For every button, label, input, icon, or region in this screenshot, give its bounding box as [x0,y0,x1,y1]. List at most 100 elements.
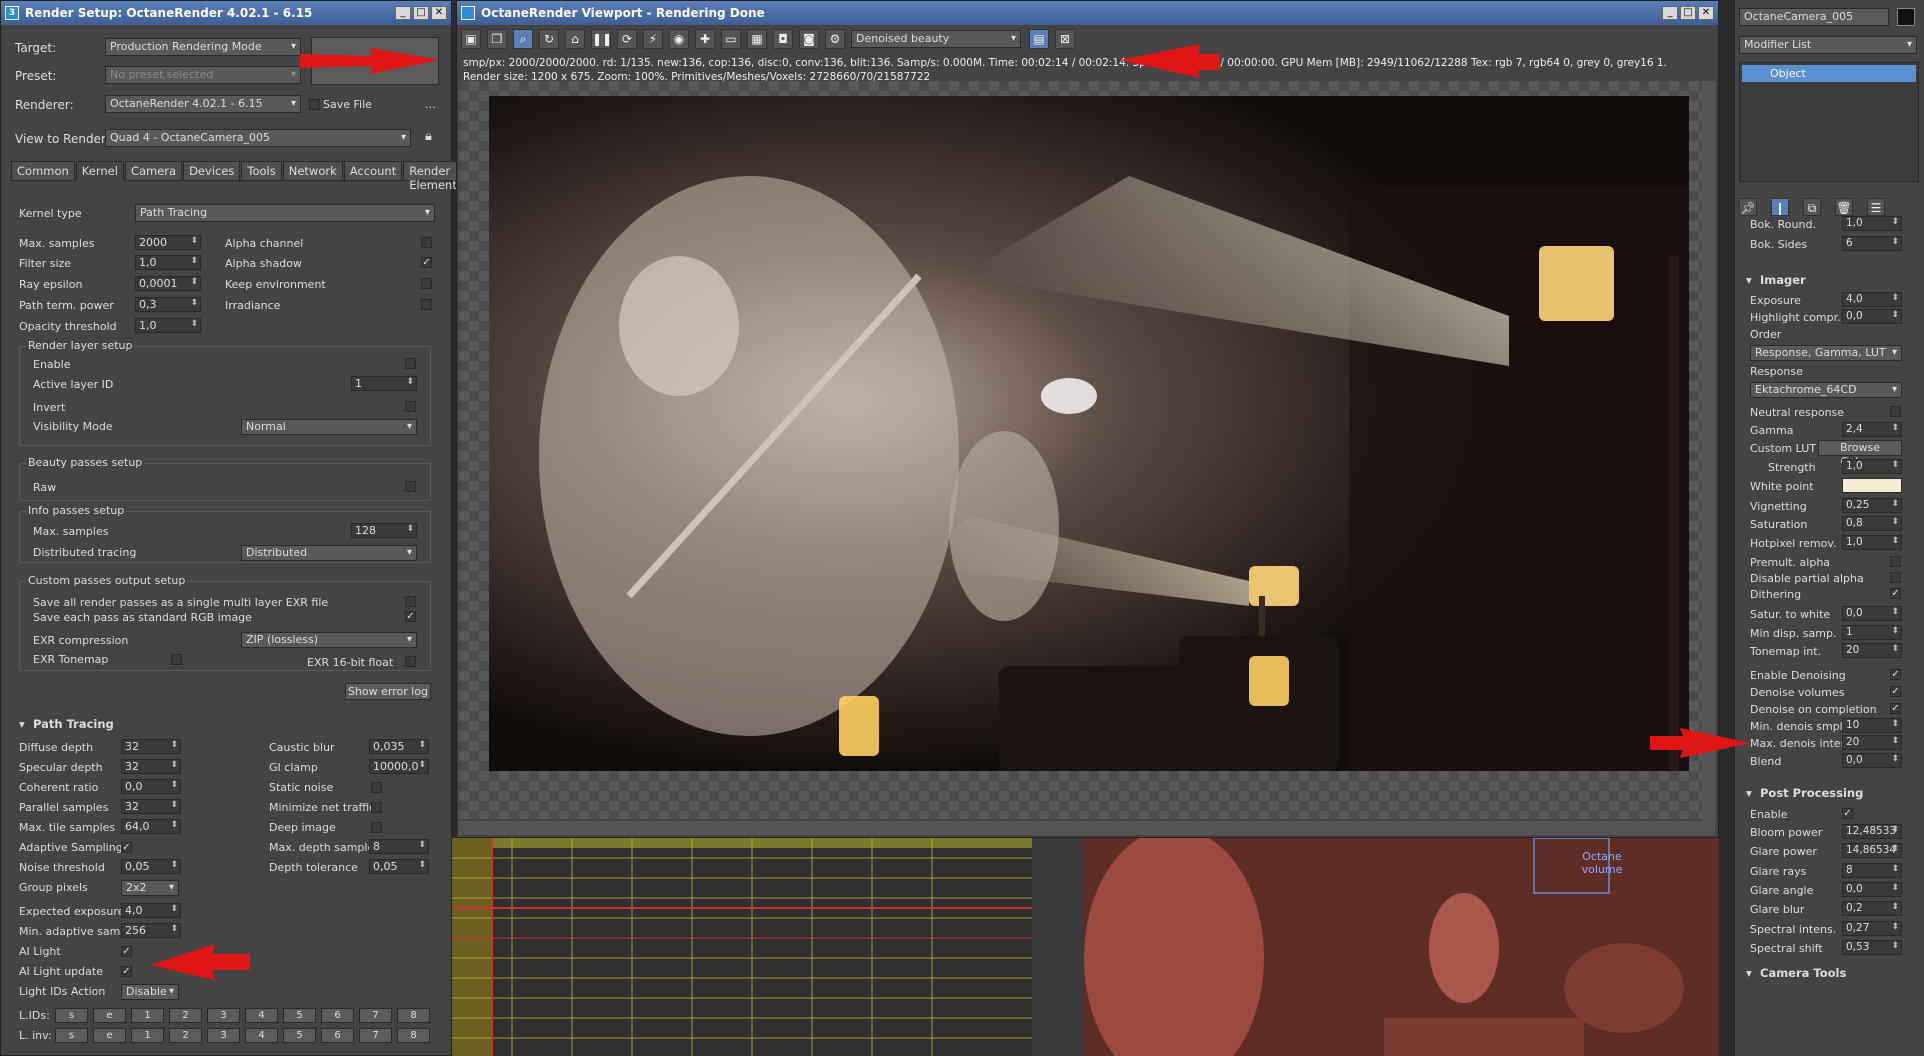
min-denois-smpl-spinner[interactable]: 10 [1842,718,1902,733]
gi-clamp-spinner[interactable]: 10000,0 [369,759,429,774]
exr-16bit-checkbox[interactable] [405,656,416,667]
reload-icon[interactable]: ⟳ [617,29,637,49]
coherent-ratio-spinner[interactable]: 0,0 [121,779,181,794]
object-name-field[interactable]: OctaneCamera_005 [1739,8,1889,26]
enable-denoising-checkbox[interactable]: ✓ [1890,669,1901,680]
wireframe-viewport[interactable] [452,838,1084,1056]
hotpixel-spinner[interactable]: 1,0 [1842,535,1902,550]
min-adaptive-samples-spinner[interactable]: 256 [121,923,181,938]
vignetting-spinner[interactable]: 0,25 [1842,498,1902,513]
noise-threshold-spinner[interactable]: 0,05 [121,859,181,874]
viewport-vertical-scrollbar[interactable] [1702,81,1716,821]
camera-tools-title[interactable]: Camera Tools [1760,966,1846,980]
static-noise-checkbox[interactable] [371,782,382,793]
exposure-spinner[interactable]: 4,0 [1842,292,1902,307]
max-samples-spinner[interactable]: 2000 [135,235,201,250]
tab-devices[interactable]: Devices [183,161,241,181]
light-id-button[interactable]: 3 [207,1008,240,1023]
save-file-checkbox[interactable] [309,99,320,110]
color-picker-icon[interactable]: ◉ [669,29,689,49]
light-inv-button[interactable]: 3 [207,1028,240,1043]
zoom-icon[interactable]: ⌕ [513,29,533,49]
grid-view-icon[interactable]: ▤ [1029,29,1049,49]
close-button[interactable]: ✕ [431,6,447,20]
camera-tools-rollout-icon[interactable]: ▾ [1746,966,1752,980]
light-id-button[interactable]: 1 [131,1008,164,1023]
viewport-minimize-button[interactable]: _ [1662,6,1678,20]
glare-power-spinner[interactable]: 14,86534 [1842,843,1902,858]
light-inv-button[interactable]: 2 [169,1028,202,1043]
stack-item-object[interactable]: Object [1742,65,1916,82]
exr-compression-dropdown[interactable]: ZIP (lossless) [241,632,417,648]
max-tile-samples-spinner[interactable]: 64,0 [121,819,181,834]
copy-image-icon[interactable]: ❐ [487,29,507,49]
neutral-response-checkbox[interactable] [1890,406,1901,417]
lock-icon[interactable]: 🔒︎ [425,129,432,144]
light-inv-button[interactable]: 1 [131,1028,164,1043]
save-image-icon[interactable]: ▣ [461,29,481,49]
light-inv-button[interactable]: 6 [321,1028,354,1043]
show-end-result-icon[interactable]: ❙ [1771,198,1789,216]
modifier-list-dropdown[interactable]: Modifier List [1739,36,1917,54]
save-multi-layer-checkbox[interactable] [405,596,416,607]
target-dropdown[interactable]: Production Rendering Mode [105,38,301,56]
light-id-button[interactable]: 7 [359,1008,392,1023]
viewport-maximize-button[interactable]: □ [1680,6,1696,20]
light-id-button[interactable]: 4 [245,1008,278,1023]
lut-strength-spinner[interactable]: 1,0 [1842,459,1902,474]
visibility-mode-dropdown[interactable]: Normal [241,419,417,435]
configure-modifier-icon[interactable]: ☰ [1867,198,1885,216]
opacity-threshold-spinner[interactable]: 1,0 [135,318,201,333]
browse-cube-button[interactable]: Browse Cube... [1818,440,1902,468]
path-term-spinner[interactable]: 0,3 [135,297,201,312]
order-dropdown[interactable]: Response, Gamma, LUT [1750,345,1902,361]
viewport-titlebar[interactable]: OctaneRender Viewport - Rendering Done _… [457,1,1718,25]
region-render-icon[interactable]: ▭ [721,29,741,49]
kernel-type-dropdown[interactable]: Path Tracing [135,204,435,222]
object-color-swatch[interactable] [1897,8,1915,26]
ray-epsilon-spinner[interactable]: 0,0001 [135,276,201,291]
light-id-button[interactable]: s [55,1008,88,1023]
specular-depth-spinner[interactable]: 32 [121,759,181,774]
min-disp-samp-spinner[interactable]: 1 [1842,625,1902,640]
light-id-button[interactable]: 8 [397,1008,430,1023]
tab-camera[interactable]: Camera [124,161,183,181]
active-layer-spinner[interactable]: 1 [351,376,417,391]
highlight-compr-spinner[interactable]: 0,0 [1842,309,1902,324]
settings-gear-icon[interactable]: ⚙ [825,29,845,49]
material-picker-icon[interactable]: ✚ [695,29,715,49]
render-layer-enable-checkbox[interactable] [405,358,416,369]
exr-tonemap-checkbox[interactable] [171,654,182,665]
renderer-dropdown[interactable]: OctaneRender 4.02.1 - 6.15 [105,95,301,113]
render-setup-titlebar[interactable]: 3 Render Setup: OctaneRender 4.02.1 - 6.… [1,1,451,25]
irradiance-checkbox[interactable] [421,299,432,310]
minimize-button[interactable]: _ [395,6,411,20]
fit-view-icon[interactable]: ⊠ [1055,29,1075,49]
bok-sides-spinner[interactable]: 6 [1842,236,1902,251]
light-id-button[interactable]: 5 [283,1008,316,1023]
viewport-close-button[interactable]: ✕ [1698,6,1714,20]
glare-blur-spinner[interactable]: 0,2 [1842,901,1902,916]
render-canvas[interactable] [459,81,1715,819]
max-depth-samples-spinner[interactable]: 8 [369,839,429,854]
viewport-horizontal-scrollbar[interactable] [459,821,1715,835]
maximize-button[interactable]: □ [413,6,429,20]
bloom-power-spinner[interactable]: 12,48533 [1842,824,1902,839]
glare-angle-spinner[interactable]: 0,0 [1842,882,1902,897]
snapshot-icon[interactable]: ◙ [799,29,819,49]
saturation-spinner[interactable]: 0,8 [1842,516,1902,531]
deep-image-checkbox[interactable] [371,822,382,833]
show-error-log-button[interactable]: Show error log [345,683,431,700]
tonemap-int-spinner[interactable]: 20 [1842,643,1902,658]
minimize-net-traffic-checkbox[interactable] [371,802,382,813]
caustic-blur-spinner[interactable]: 0,035 [369,739,429,754]
premult-alpha-checkbox[interactable] [1890,556,1901,567]
alpha-channel-checkbox[interactable] [421,237,432,248]
pause-icon[interactable]: ❚❚ [591,29,612,49]
light-id-button[interactable]: e [93,1008,126,1023]
bok-round-spinner[interactable]: 1,0 [1842,216,1902,231]
save-file-browse-button[interactable]: ... [425,98,436,111]
post-processing-rollout-icon[interactable]: ▾ [1746,786,1752,800]
light-ids-action-dropdown[interactable]: Disable [121,984,179,1000]
light-inv-button[interactable]: 8 [397,1028,430,1043]
